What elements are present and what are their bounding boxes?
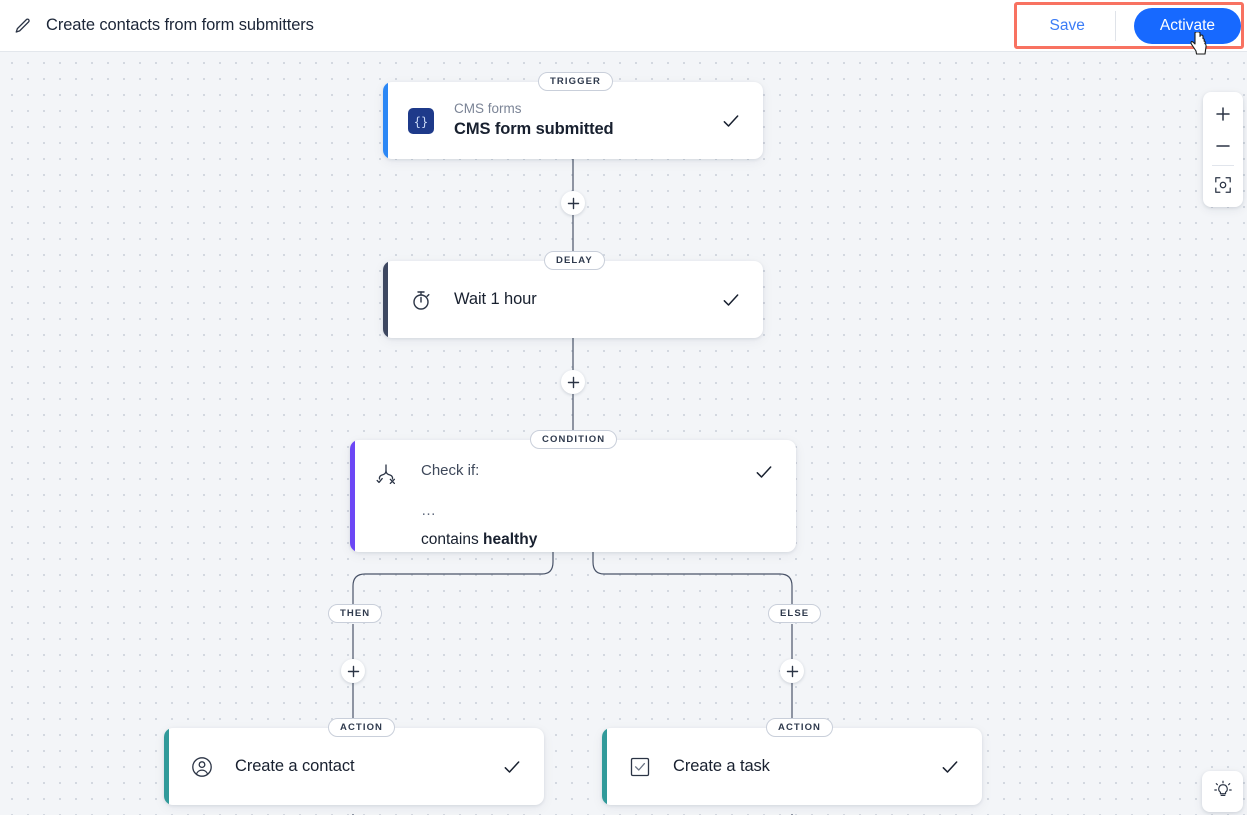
stopwatch-icon (406, 285, 436, 315)
node-trigger[interactable]: {} CMS forms CMS form submitted (383, 82, 763, 159)
svg-text:{}: {} (414, 115, 428, 129)
activate-button[interactable]: Activate (1133, 7, 1241, 44)
zoom-toolbar-divider (1212, 165, 1234, 166)
checkbox-task-icon (625, 752, 655, 782)
check-icon (754, 462, 774, 482)
node-condition[interactable]: Check if: … contains healthy (350, 440, 796, 552)
page-title: Create contacts from form submitters (46, 16, 314, 34)
node-condition-text: Check if: … contains healthy (421, 460, 754, 548)
badge-else: ELSE (768, 604, 822, 623)
node-accent-bar (350, 440, 355, 552)
node-action-then-text: Create a contact (235, 755, 502, 779)
node-delay-text: Wait 1 hour (454, 288, 721, 312)
zoom-in-button[interactable] (1205, 98, 1241, 130)
node-trigger-text: CMS forms CMS form submitted (454, 99, 721, 142)
badge-then: THEN (328, 604, 383, 623)
node-action-else-text: Create a task (673, 755, 940, 779)
node-action-else-title: Create a task (673, 756, 770, 775)
node-accent-bar (383, 82, 388, 159)
badge-condition: CONDITION (530, 430, 618, 449)
condition-expression: contains healthy (421, 528, 754, 551)
pencil-icon[interactable] (14, 17, 32, 35)
check-icon (502, 757, 522, 777)
node-trigger-subtitle: CMS forms (454, 100, 522, 116)
node-accent-bar (383, 261, 388, 338)
workflow-canvas[interactable]: TRIGGER {} CMS forms CMS form submitted (0, 52, 1247, 815)
title-group: Create contacts from form submitters (0, 16, 314, 35)
node-accent-bar (602, 728, 607, 805)
fit-to-screen-icon[interactable] (1205, 169, 1241, 201)
node-accent-bar (164, 728, 169, 805)
contact-person-icon (187, 752, 217, 782)
node-action-then-title: Create a contact (235, 756, 355, 775)
add-step-button-then[interactable] (341, 659, 365, 683)
zoom-out-button[interactable] (1205, 130, 1241, 162)
check-icon (940, 757, 960, 777)
check-icon (721, 111, 741, 131)
badge-trigger: TRIGGER (538, 72, 613, 91)
check-icon (721, 290, 741, 310)
top-bar: Create contacts from form submitters Sav… (0, 0, 1247, 52)
badge-action-else: ACTION (766, 718, 834, 737)
badge-delay: DELAY (544, 251, 605, 270)
code-braces-icon: {} (406, 106, 436, 136)
branch-condition-icon (373, 462, 403, 492)
node-action-create-contact[interactable]: Create a contact (164, 728, 544, 805)
node-trigger-title: CMS form submitted (454, 120, 614, 139)
condition-operator: contains (421, 531, 484, 548)
top-bar-actions: Save Activate (1036, 0, 1247, 52)
badge-action-then: ACTION (328, 718, 396, 737)
add-step-button-1[interactable] (561, 191, 585, 215)
toolbar-divider (1114, 10, 1116, 41)
tips-lightbulb-button[interactable] (1202, 771, 1243, 812)
connector-edges (352, 152, 793, 815)
save-button[interactable]: Save (1036, 9, 1115, 43)
zoom-toolbar (1203, 92, 1243, 207)
workflow-editor: Create contacts from form submitters Sav… (0, 0, 1247, 815)
add-step-button-2[interactable] (561, 370, 585, 394)
condition-check-label: Check if: (421, 462, 480, 479)
condition-value: healthy (483, 531, 538, 548)
condition-field-placeholder: … (421, 501, 438, 519)
add-step-button-else[interactable] (780, 659, 804, 683)
lightbulb-icon (1213, 780, 1233, 803)
node-delay[interactable]: Wait 1 hour (383, 261, 763, 338)
node-action-create-task[interactable]: Create a task (602, 728, 982, 805)
node-delay-title: Wait 1 hour (454, 289, 537, 308)
